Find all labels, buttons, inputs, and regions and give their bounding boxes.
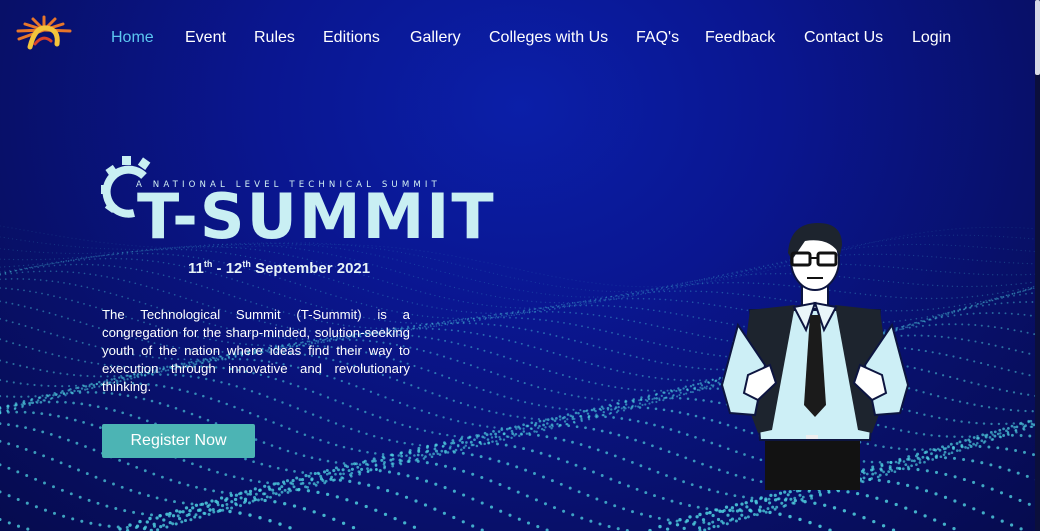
scrollbar-thumb[interactable] (1035, 0, 1040, 75)
hero-title: T-SUMMIT (137, 180, 496, 253)
nav-colleges[interactable]: Colleges with Us (489, 29, 608, 47)
nav-login[interactable]: Login (912, 29, 951, 47)
hero-description: The Technological Summit (T-Summit) is a… (102, 307, 410, 394)
nav-contact[interactable]: Contact Us (804, 29, 883, 47)
nav-rules[interactable]: Rules (254, 29, 295, 47)
nav-gallery[interactable]: Gallery (410, 29, 461, 47)
nav-feedback[interactable]: Feedback (705, 29, 775, 47)
page-scrollbar[interactable] (1035, 0, 1040, 531)
register-now-button[interactable]: Register Now (102, 424, 255, 458)
hero-dates: 11th - 12th September 2021 (188, 259, 371, 277)
nav-event[interactable]: Event (185, 29, 226, 47)
nav-home[interactable]: Home (111, 29, 154, 47)
sun-logo-icon[interactable] (13, 14, 75, 52)
nav-faqs[interactable]: FAQ's (636, 29, 679, 47)
nav-editions[interactable]: Editions (323, 29, 380, 47)
presenter-man-icon (720, 223, 910, 490)
top-navigation: Home Event Rules Editions Gallery Colleg… (0, 0, 1035, 76)
